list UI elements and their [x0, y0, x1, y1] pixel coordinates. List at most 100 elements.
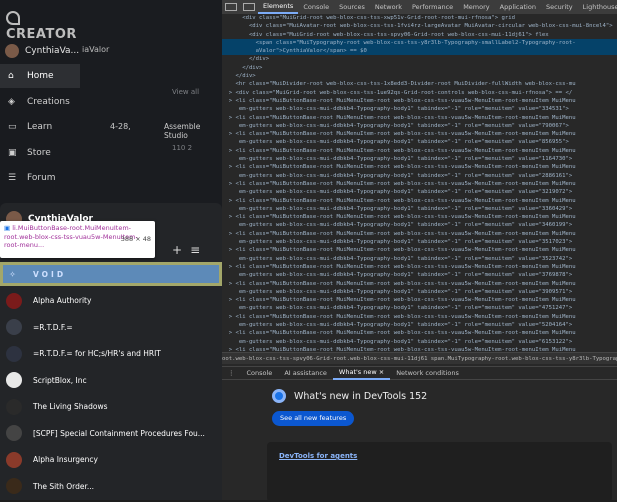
group-item[interactable]: The Sith Order...: [0, 474, 222, 498]
dom-line[interactable]: em-gutters web-blox-css-mui-ddbkb4-Typog…: [222, 172, 617, 180]
group-label: =R.T.D.F.= for HC;s/HR's and HRIT: [33, 349, 161, 358]
item-title[interactable]: Assemble Studio: [164, 122, 208, 140]
view-all-link[interactable]: View all: [172, 88, 199, 96]
device-toolbar-icon[interactable]: [243, 3, 255, 11]
tooltip-selector: li.MuiButtonBase-root.MuiMenuItem-root.w…: [4, 224, 138, 249]
group-item[interactable]: ✧ VOID: [0, 262, 222, 286]
dom-line[interactable]: em-gutters web-blox-css-mui-ddbkb4-Typog…: [222, 304, 617, 312]
tab-lighthouse[interactable]: Lighthouse: [578, 3, 617, 11]
avatar: [5, 44, 19, 58]
dom-line[interactable]: <hr class="MuiDivider-root web-blox-css-…: [222, 80, 617, 88]
rtdf-hc-icon: [6, 345, 22, 362]
scpf-icon: [6, 425, 22, 441]
tab-performance[interactable]: Performance: [407, 3, 458, 11]
group-label: The Sith Order...: [33, 481, 95, 491]
dom-line[interactable]: em-gutters web-blox-css-mui-ddbkb4-Typog…: [222, 188, 617, 196]
devtools-tabbar: Elements Console Sources Network Performance…: [222, 0, 617, 14]
dom-line[interactable]: <div class="MuiGrid-root web-blox-css-ts…: [222, 14, 617, 22]
tab-memory[interactable]: Memory: [458, 3, 494, 11]
group-item[interactable]: Alpha Insurgency: [0, 448, 222, 472]
drawer-tab[interactable]: Console: [241, 369, 279, 377]
tab-network[interactable]: Network: [370, 3, 407, 11]
dom-line[interactable]: > <li class="MuiButtonBase-root MuiMenuI…: [222, 197, 617, 205]
devtools-drawer: ⋮ Console AI assistance What's new × Network…: [222, 366, 617, 502]
agents-link[interactable]: DevTools for agents: [279, 452, 357, 460]
dom-line[interactable]: em-gutters web-blox-css-mui-ddbkb4-Typog…: [222, 238, 617, 246]
dom-line[interactable]: > <li class="MuiButtonBase-root MuiMenuI…: [222, 246, 617, 254]
drawer-menu-icon[interactable]: ⋮: [222, 369, 241, 377]
dom-line[interactable]: aValor">CynthiaValor</span> == $0: [222, 47, 617, 56]
dom-line[interactable]: em-gutters web-blox-css-mui-ddbkb4-Typog…: [222, 221, 617, 229]
nav-item-learn[interactable]: ▭ Learn: [0, 115, 80, 139]
dom-line[interactable]: > <li class="MuiButtonBase-root MuiMenuI…: [222, 280, 617, 288]
dom-line[interactable]: <span class="MuiTypography-root web-blox…: [222, 38, 617, 48]
dom-line[interactable]: > <li class="MuiButtonBase-root MuiMenuI…: [222, 213, 617, 221]
dom-line[interactable]: </div>: [222, 64, 617, 72]
tab-security[interactable]: Security: [541, 3, 578, 11]
tab-console[interactable]: Console: [298, 3, 334, 11]
nav-item-home[interactable]: ⌂ Home: [0, 64, 80, 88]
dom-line[interactable]: em-gutters web-blox-css-mui-ddbkb4-Typog…: [222, 105, 617, 113]
tab-application[interactable]: Application: [495, 3, 541, 11]
feature-card: DevTools for agents: [267, 442, 612, 502]
roblox-creator-page: CREATOR CynthiaVa...▾ ⌂Home◈Creations▭Le…: [0, 0, 222, 500]
dom-line[interactable]: > <li class="MuiButtonBase-root MuiMenuI…: [222, 313, 617, 321]
dom-line[interactable]: </div>: [222, 72, 617, 80]
dom-line[interactable]: </div>: [222, 55, 617, 63]
nav-item-creations[interactable]: ◈ Creations: [0, 90, 80, 114]
drawer-tab[interactable]: AI assistance: [278, 369, 333, 377]
dom-line[interactable]: > <li class="MuiButtonBase-root MuiMenuI…: [222, 147, 617, 155]
nav-item-label: Creations: [27, 96, 70, 107]
sith-order-icon: [6, 478, 22, 494]
group-item[interactable]: Alpha Authority: [0, 289, 222, 313]
dom-line[interactable]: em-gutters web-blox-css-mui-ddbkb4-Typog…: [222, 155, 617, 163]
dom-line[interactable]: > <li class="MuiButtonBase-root MuiMenuI…: [222, 97, 617, 105]
item-stats: 110 2: [172, 144, 193, 152]
dom-line[interactable]: > <li class="MuiButtonBase-root MuiMenuI…: [222, 329, 617, 337]
void-icon: ✧: [9, 269, 19, 279]
tab-sources[interactable]: Sources: [334, 3, 370, 11]
dom-line[interactable]: > <li class="MuiButtonBase-root MuiMenuI…: [222, 130, 617, 138]
group-item[interactable]: =R.T.D.F.= for HC;s/HR's and HRIT: [0, 342, 222, 366]
dom-line[interactable]: em-gutters web-blox-css-mui-ddbkb4-Typog…: [222, 122, 617, 130]
dom-line[interactable]: > <div class="MuiGrid-root web-blox-css-…: [222, 89, 617, 97]
dom-line[interactable]: em-gutters web-blox-css-mui-ddbkb4-Typog…: [222, 321, 617, 329]
dom-line[interactable]: <div class="MuiGrid-root web-blox-css-ts…: [222, 31, 617, 39]
dom-line[interactable]: em-gutters web-blox-css-mui-ddbkb4-Typog…: [222, 138, 617, 146]
dom-line[interactable]: em-gutters web-blox-css-mui-ddbkb4-Typog…: [222, 338, 617, 346]
nav-item-forum[interactable]: ☰ Forum: [0, 166, 80, 190]
forum-icon: ☰: [8, 173, 17, 183]
see-all-button[interactable]: See all new features: [272, 411, 355, 426]
elements-tree[interactable]: <div class="MuiGrid-root web-blox-css-ts…: [222, 14, 617, 366]
add-icon[interactable]: +: [172, 243, 182, 257]
dom-line[interactable]: > <li class="MuiButtonBase-root MuiMenuI…: [222, 263, 617, 271]
nav-item-store[interactable]: ▣ Store: [0, 141, 80, 165]
dom-line[interactable]: em-gutters web-blox-css-mui-ddbkb4-Typog…: [222, 255, 617, 263]
dom-line[interactable]: > <li class="MuiButtonBase-root MuiMenuI…: [222, 230, 617, 238]
group-item[interactable]: The Living Shadows: [0, 395, 222, 419]
dom-line[interactable]: > <li class="MuiButtonBase-root MuiMenuI…: [222, 296, 617, 304]
dom-line[interactable]: > <li class="MuiButtonBase-root MuiMenuI…: [222, 180, 617, 188]
inspect-icon[interactable]: [225, 3, 237, 11]
whats-new-title: What's new in DevTools 152: [294, 390, 428, 402]
filter-icon[interactable]: ≡: [190, 243, 200, 257]
group-label: VOID: [33, 269, 67, 279]
dom-line[interactable]: em-gutters web-blox-css-mui-ddbkb4-Typog…: [222, 288, 617, 296]
breadcrumb[interactable]: oot.web-blox-css-tss-spvy06-Grid-root.we…: [222, 352, 617, 364]
creator-logo[interactable]: CREATOR: [6, 11, 80, 42]
group-item[interactable]: [SCPF] Special Containment Procedures Fo…: [0, 421, 222, 445]
drawer-tab[interactable]: Network conditions: [390, 369, 465, 377]
tab-elements[interactable]: Elements: [258, 0, 299, 14]
drawer-tab[interactable]: What's new ×: [332, 367, 391, 380]
dom-line[interactable]: > <li class="MuiButtonBase-root MuiMenuI…: [222, 114, 617, 122]
home-icon: ⌂: [8, 71, 14, 81]
dom-line[interactable]: em-gutters web-blox-css-mui-ddbkb4-Typog…: [222, 271, 617, 279]
dom-line[interactable]: <div class="MuiAvatar-root web-blox-css-…: [222, 22, 617, 30]
dom-line[interactable]: em-gutters web-blox-css-mui-ddbkb4-Typog…: [222, 205, 617, 213]
nav-item-label: Learn: [27, 122, 53, 132]
group-label: Alpha Authority: [33, 296, 92, 305]
chrome-icon: [272, 389, 286, 403]
group-item[interactable]: =R.T.D.F.=: [0, 315, 222, 339]
group-item[interactable]: ScriptBlox, Inc: [0, 368, 222, 392]
dom-line[interactable]: > <li class="MuiButtonBase-root MuiMenuI…: [222, 163, 617, 171]
